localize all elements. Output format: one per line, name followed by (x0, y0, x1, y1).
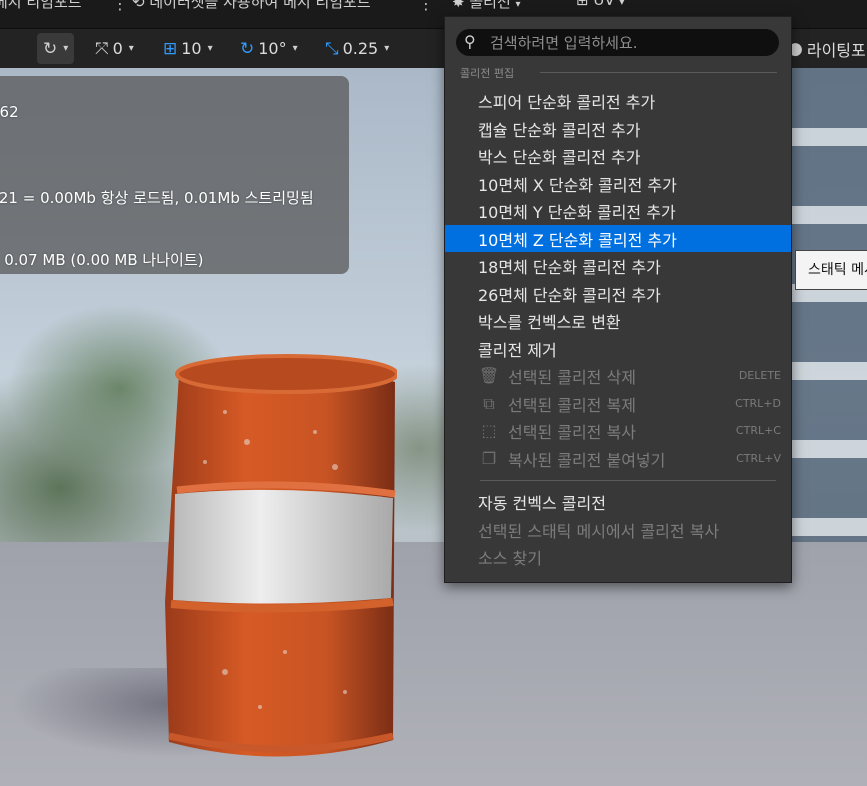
chevron-down-icon: ▾ (292, 43, 298, 54)
viewport-stats-overlay: 562 x21 = 0.00Mb 항상 로드됨, 0.01Mb 스트리밍됨 1 … (0, 76, 349, 274)
menu-item-copy-collision-from-selected-mesh: 선택된 스태틱 메시에서 콜리전 복사 (478, 521, 720, 541)
menu-item-add-26dop-collision[interactable]: 26면체 단순화 콜리전 추가 (445, 280, 791, 307)
lighting-mode-button[interactable]: ● 라이팅포 (788, 33, 866, 64)
menu-item-add-box-collision[interactable]: 박스 단순화 콜리전 추가 (445, 142, 791, 169)
menu-item-duplicate-selected-collision: ⧉ 선택된 콜리전 복제 CTRL+D (445, 390, 791, 417)
scale-icon: ⤡ (325, 38, 339, 59)
shortcut-label: DELETE (738, 369, 781, 382)
menu-item-add-18dop-collision[interactable]: 18면체 단순화 콜리전 추가 (445, 252, 791, 279)
menu-search-box: ⚲ (456, 29, 779, 56)
collision-dropdown-menu: ⚲ 콜리전 편집 스피어 단순화 콜리전 추가 캡슐 단순화 콜리전 추가 박스… (444, 16, 792, 583)
stat-line: 562 (0, 103, 19, 121)
rotation-icon: ↻ (240, 38, 255, 59)
grid-snap-button[interactable]: ⊞ 10 ▾ (163, 33, 213, 64)
collision-menu[interactable]: ✸ 콜리전 ▾ (452, 0, 521, 12)
chevron-down-icon: ▾ (128, 43, 134, 54)
paste-icon: ❐ (481, 449, 497, 468)
menu-item-auto-convex-collision[interactable]: 자동 컨벡스 콜리전 (445, 488, 791, 515)
chevron-down-icon: ▾ (207, 43, 213, 54)
stat-line: I: 0.07 MB (0.00 MB 나나이트) (0, 251, 204, 269)
menu-item-delete-selected-collision: 🗑 선택된 콜리전 삭제 DELETE (478, 366, 781, 387)
dataset-icon: ⟲ (132, 0, 150, 11)
lighting-label: 라이팅포 (806, 40, 866, 60)
background-building (790, 68, 867, 548)
uv-menu[interactable]: ⊞ UV ▾ (576, 0, 624, 9)
section-header: 콜리전 편집 (460, 67, 515, 80)
reimport-dataset-menu[interactable]: ⟲ 데이터셋을 사용하여 메시 리임포트 (132, 0, 371, 12)
barrel-mesh[interactable] (165, 352, 397, 757)
trash-icon: 🗑 (478, 366, 500, 385)
snap-icon: ⤧ (95, 38, 109, 59)
menu-item-add-10dop-z-collision[interactable]: 10면체 Z 단순화 콜리전 추가 (445, 225, 791, 252)
section-divider (540, 72, 777, 73)
stat-line: x21 = 0.00Mb 항상 로드됨, 0.01Mb 스트리밍됨 (0, 189, 314, 207)
rotate-arrow-icon: ↻ (43, 38, 58, 59)
collision-icon: ✸ (452, 0, 470, 11)
translate-snap-value: 0 (112, 39, 123, 58)
shortcut-label: CTRL+V (736, 452, 781, 465)
more-options-icon[interactable]: ⋮ (112, 0, 128, 13)
menu-item-add-capsule-collision[interactable]: 캡슐 단순화 콜리전 추가 (445, 115, 791, 142)
scale-snap-button[interactable]: ⤡ 0.25 ▾ (325, 33, 389, 64)
menu-item-add-sphere-collision[interactable]: 스피어 단순화 콜리전 추가 (445, 87, 791, 114)
grid-icon: ⊞ (163, 38, 178, 59)
shortcut-label: CTRL+D (735, 397, 781, 410)
menu-item-paste-copied-collision: ❐ 복사된 콜리전 붙여넣기 CTRL+V (445, 445, 791, 472)
menu-item-convert-boxes-to-convex[interactable]: 박스를 컨벡스로 변환 (445, 307, 791, 334)
menu-item-find-source: 소스 찾기 (478, 548, 542, 568)
menu-item-add-10dop-y-collision[interactable]: 10면체 Y 단순화 콜리전 추가 (445, 197, 791, 224)
grid-snap-value: 10 (181, 39, 202, 58)
uv-icon: ⊞ (576, 0, 594, 9)
rotation-snap-button[interactable]: ↻ 10° ▾ (240, 33, 298, 64)
menu-item-add-10dop-x-collision[interactable]: 10면체 X 단순화 콜리전 추가 (445, 170, 791, 197)
scale-snap-value: 0.25 (342, 39, 379, 58)
rotation-snap-value: 10° (258, 39, 287, 58)
surface-snap-button[interactable]: ⤧ 0 ▾ (95, 33, 134, 64)
more-options-icon[interactable]: ⋮ (418, 0, 434, 13)
reimport-mesh-menu[interactable]: 메시 리임포트 (0, 0, 82, 12)
tooltip: 스태틱 메시 (795, 250, 867, 290)
shortcut-label: CTRL+C (735, 424, 781, 437)
coordinate-system-button[interactable]: ↻ ▾ (37, 33, 75, 64)
duplicate-icon: ⧉ (483, 393, 495, 413)
menu-divider (480, 480, 776, 481)
menu-item-copy-selected-collision: ⬚ 선택된 콜리전 복사 CTRL+C (445, 417, 791, 444)
chevron-down-icon: ▾ (384, 43, 390, 54)
chevron-down-icon: ▾ (63, 43, 69, 54)
menu-item-remove-collision[interactable]: 콜리전 제거 (445, 335, 791, 362)
search-icon: ⚲ (464, 32, 476, 51)
copy-icon: ⬚ (481, 421, 497, 440)
menu-search-input[interactable] (488, 32, 772, 54)
